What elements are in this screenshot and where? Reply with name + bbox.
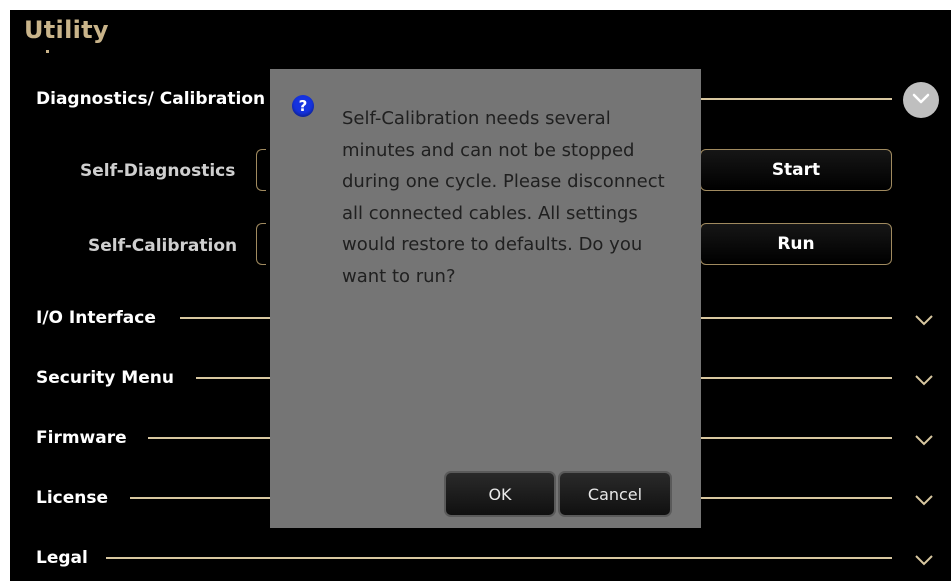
- section-legal[interactable]: Legal: [36, 548, 88, 568]
- section-rule: [148, 437, 270, 439]
- chevron-down-icon[interactable]: [914, 373, 934, 387]
- self-calibration-run-button[interactable]: Run: [700, 223, 892, 265]
- section-rule: [106, 557, 892, 559]
- self-diagnostics-start-button[interactable]: Start: [700, 149, 892, 191]
- chevron-down-icon[interactable]: [914, 553, 934, 567]
- section-rule: [130, 497, 270, 499]
- self-calibration-label: Self-Calibration: [88, 236, 238, 256]
- chevron-down-icon[interactable]: [914, 313, 934, 327]
- ok-button[interactable]: OK: [444, 471, 556, 517]
- self-calibration-confirm-dialog: ? Self-Calibration needs several minutes…: [270, 69, 701, 528]
- section-firmware[interactable]: Firmware: [36, 428, 127, 448]
- section-rule: [700, 317, 892, 319]
- utility-panel: Utility Diagnostics/ Calibration Self-Di…: [10, 10, 951, 581]
- section-rule: [196, 377, 270, 379]
- chevron-down-icon[interactable]: [914, 433, 934, 447]
- section-rule: [700, 98, 892, 100]
- section-security-menu[interactable]: Security Menu: [36, 368, 174, 388]
- section-rule: [700, 497, 892, 499]
- section-rule: [700, 377, 892, 379]
- collapse-diagnostics-button[interactable]: [903, 82, 939, 118]
- section-rule: [700, 437, 892, 439]
- chevron-down-icon[interactable]: [914, 493, 934, 507]
- question-icon: ?: [292, 95, 314, 117]
- section-rule: [180, 317, 270, 319]
- cancel-button[interactable]: Cancel: [558, 471, 672, 517]
- self-diagnostics-field: [256, 149, 266, 191]
- section-license[interactable]: License: [36, 488, 108, 508]
- title-marker: [46, 50, 49, 53]
- page-title: Utility: [24, 16, 109, 44]
- self-calibration-field: [256, 223, 266, 265]
- dialog-message: Self-Calibration needs several minutes a…: [342, 108, 665, 287]
- chevron-down-icon: [911, 91, 931, 110]
- section-diagnostics-calibration[interactable]: Diagnostics/ Calibration: [36, 89, 265, 109]
- self-diagnostics-label: Self-Diagnostics: [80, 161, 236, 181]
- section-io-interface[interactable]: I/O Interface: [36, 308, 156, 328]
